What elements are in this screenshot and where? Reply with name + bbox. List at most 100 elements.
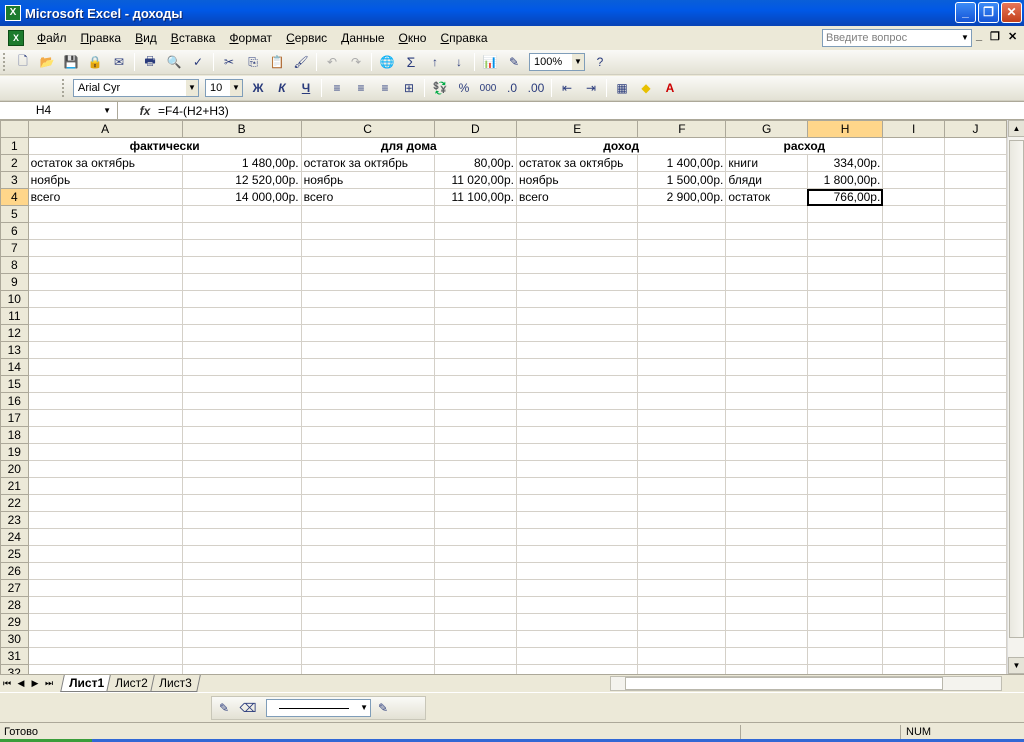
row-header[interactable]: 11 (0, 307, 29, 325)
cell-D30[interactable] (433, 630, 517, 648)
cell-E26[interactable] (515, 562, 639, 580)
cell-E9[interactable] (515, 273, 639, 291)
cell-F13[interactable] (637, 341, 727, 359)
column-header[interactable]: C (300, 120, 435, 138)
cell-H32[interactable] (806, 664, 884, 674)
cell-C10[interactable] (300, 290, 435, 308)
row-header[interactable]: 28 (0, 596, 29, 614)
cell-G26[interactable] (725, 562, 808, 580)
borders-icon[interactable]: ▦ (611, 78, 633, 98)
cell-J14[interactable] (944, 358, 1007, 376)
menu-help[interactable]: Справка (433, 31, 494, 45)
cell-D29[interactable] (433, 613, 517, 631)
chevron-down-icon[interactable]: ▼ (103, 102, 111, 119)
cell-J7[interactable] (944, 239, 1007, 257)
spreadsheet-grid[interactable]: A B C D E F G H I J 1 фактически для дом… (0, 120, 1007, 674)
cell-H6[interactable] (806, 222, 884, 240)
cell-B29[interactable] (181, 613, 302, 631)
cell-H14[interactable] (806, 358, 884, 376)
cell-D6[interactable] (433, 222, 517, 240)
menu-view[interactable]: Вид (128, 31, 164, 45)
cell-B6[interactable] (181, 222, 302, 240)
italic-button[interactable]: К (271, 78, 293, 98)
column-header[interactable]: I (882, 120, 946, 138)
cell-F18[interactable] (637, 426, 727, 444)
font-size-select[interactable]: 10 ▼ (205, 79, 243, 97)
cell-J2[interactable] (944, 154, 1007, 172)
cell-D12[interactable] (433, 324, 517, 342)
menu-window[interactable]: Окно (392, 31, 434, 45)
cell-F27[interactable] (637, 579, 727, 597)
row-header[interactable]: 30 (0, 630, 29, 648)
cell-G6[interactable] (725, 222, 808, 240)
cell-E25[interactable] (515, 545, 639, 563)
cell-D32[interactable] (433, 664, 517, 674)
cell-D11[interactable] (433, 307, 517, 325)
cell-C16[interactable] (300, 392, 435, 410)
cell-C25[interactable] (300, 545, 435, 563)
cell-D23[interactable] (433, 511, 517, 529)
cell-D9[interactable] (433, 273, 517, 291)
cell-J8[interactable] (944, 256, 1007, 274)
cell-H16[interactable] (806, 392, 884, 410)
cell-D13[interactable] (433, 341, 517, 359)
row-header[interactable]: 14 (0, 358, 29, 376)
cell-I4[interactable] (882, 188, 946, 206)
cell-A21[interactable] (27, 477, 183, 495)
row-header[interactable]: 4 (0, 188, 29, 206)
cell-A14[interactable] (27, 358, 183, 376)
cell-G28[interactable] (725, 596, 808, 614)
ask-question-input[interactable]: Введите вопрос ▼ (822, 29, 972, 47)
cell-E1[interactable]: доход (515, 137, 727, 155)
zoom-select[interactable]: 100% ▼ (529, 53, 585, 71)
cell-H3[interactable]: 1 800,00р. (806, 171, 884, 189)
cell-G4[interactable]: остаток (725, 188, 808, 206)
cell-B20[interactable] (181, 460, 302, 478)
cell-H5[interactable] (806, 205, 884, 223)
cell-I17[interactable] (882, 409, 946, 427)
cell-A2[interactable]: остаток за октябрь (27, 154, 183, 172)
menu-format[interactable]: Формат (222, 31, 279, 45)
cell-F6[interactable] (637, 222, 727, 240)
cell-H30[interactable] (806, 630, 884, 648)
cell-C17[interactable] (300, 409, 435, 427)
cell-B8[interactable] (181, 256, 302, 274)
vertical-scrollbar[interactable]: ▲ ▼ (1007, 120, 1024, 674)
row-header[interactable]: 23 (0, 511, 29, 529)
cell-A15[interactable] (27, 375, 183, 393)
scroll-down-icon[interactable]: ▼ (1008, 657, 1024, 674)
cell-J32[interactable] (944, 664, 1007, 674)
cell-B12[interactable] (181, 324, 302, 342)
cell-H11[interactable] (806, 307, 884, 325)
cell-J16[interactable] (944, 392, 1007, 410)
cell-A7[interactable] (27, 239, 183, 257)
scroll-thumb[interactable] (625, 677, 943, 690)
cell-E8[interactable] (515, 256, 639, 274)
row-header[interactable]: 15 (0, 375, 29, 393)
row-header[interactable]: 7 (0, 239, 29, 257)
cell-D4[interactable]: 11 100,00р. (433, 188, 517, 206)
cell-F14[interactable] (637, 358, 727, 376)
row-header[interactable]: 27 (0, 579, 29, 597)
cell-I25[interactable] (882, 545, 946, 563)
cell-B31[interactable] (181, 647, 302, 665)
cell-H26[interactable] (806, 562, 884, 580)
cell-D15[interactable] (433, 375, 517, 393)
cell-G19[interactable] (725, 443, 808, 461)
cell-E17[interactable] (515, 409, 639, 427)
cell-C32[interactable] (300, 664, 435, 674)
cell-I29[interactable] (882, 613, 946, 631)
cell-E29[interactable] (515, 613, 639, 631)
cell-I22[interactable] (882, 494, 946, 512)
cell-C21[interactable] (300, 477, 435, 495)
cell-A24[interactable] (27, 528, 183, 546)
menu-file[interactable]: Файл (30, 31, 74, 45)
cell-G11[interactable] (725, 307, 808, 325)
cell-B25[interactable] (181, 545, 302, 563)
scroll-up-icon[interactable]: ▲ (1008, 120, 1024, 137)
cell-G15[interactable] (725, 375, 808, 393)
decrease-indent-icon[interactable]: ⇤ (556, 78, 578, 98)
cell-G31[interactable] (725, 647, 808, 665)
row-header[interactable]: 26 (0, 562, 29, 580)
cell-D25[interactable] (433, 545, 517, 563)
